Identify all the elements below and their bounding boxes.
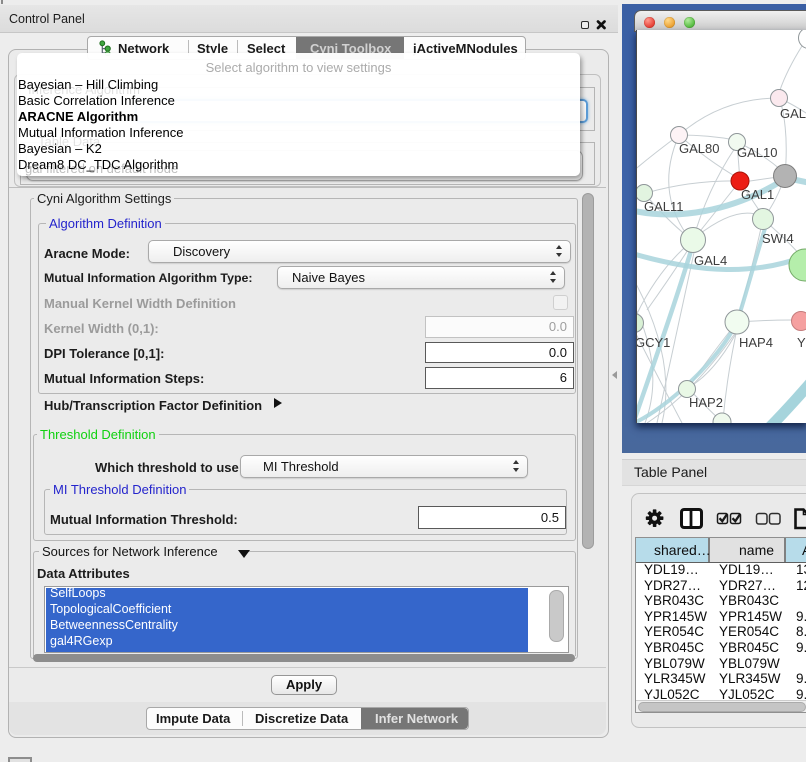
svg-text:GAL: GAL xyxy=(780,106,806,121)
svg-text:HAP4: HAP4 xyxy=(739,335,773,350)
svg-text:GAL1: GAL1 xyxy=(741,187,774,202)
svg-text:Y: Y xyxy=(797,335,806,350)
svg-text:GCY1: GCY1 xyxy=(637,335,670,350)
svg-text:HAP2: HAP2 xyxy=(689,395,723,410)
svg-text:SWI4: SWI4 xyxy=(762,231,794,246)
svg-text:GAL10: GAL10 xyxy=(737,145,777,160)
svg-text:GAL80: GAL80 xyxy=(679,141,719,156)
svg-text:GAL4: GAL4 xyxy=(694,253,727,268)
svg-text:GAL11: GAL11 xyxy=(644,199,684,214)
